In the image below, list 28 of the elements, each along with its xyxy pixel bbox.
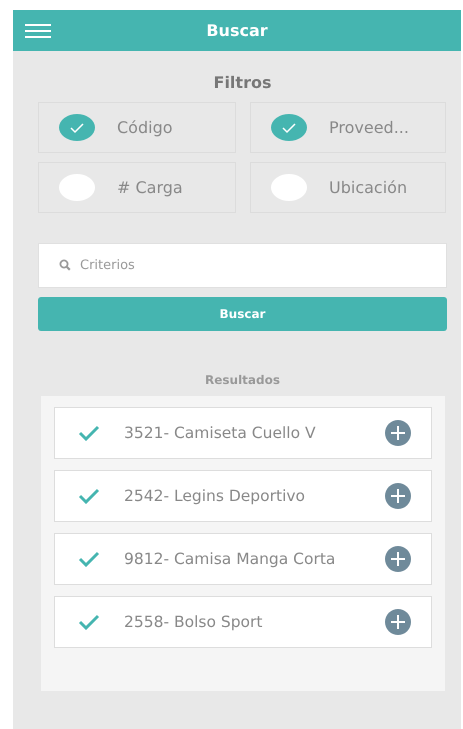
filter-label: Código [117,118,173,137]
filter-label: Proveed... [329,118,409,137]
result-item[interactable]: 2558- Bolso Sport [54,596,432,648]
filter-option[interactable]: Ubicación [250,162,446,213]
results-title: Resultados [204,373,281,387]
add-icon[interactable] [385,483,411,509]
filter-option[interactable]: Código [38,102,236,153]
filter-option[interactable]: Proveed... [250,102,446,153]
menu-icon[interactable] [25,24,51,38]
search-button[interactable]: Buscar [38,297,447,331]
add-icon[interactable] [385,420,411,446]
filter-label: # Carga [117,178,183,197]
search-field[interactable]: Criterios [38,243,447,288]
check-circle[interactable] [59,114,95,141]
add-icon[interactable] [385,546,411,572]
result-item[interactable]: 3521- Camiseta Cuello V [54,407,432,459]
result-label: 2542- Legins Deportivo [124,487,306,505]
result-item[interactable]: 2542- Legins Deportivo [54,470,432,522]
page-title: Buscar [206,21,268,40]
result-label: 2558- Bolso Sport [124,613,264,631]
filters-title: Filtros [212,73,272,93]
check-circle[interactable] [271,114,307,141]
add-icon[interactable] [385,609,411,635]
result-label: 3521- Camiseta Cuello V [124,424,317,442]
filter-label: Ubicación [329,178,408,197]
result-label: 9812- Camisa Manga Corta [124,550,336,568]
result-item[interactable]: 9812- Camisa Manga Corta [54,533,432,585]
filter-option[interactable]: # Carga [38,162,236,213]
